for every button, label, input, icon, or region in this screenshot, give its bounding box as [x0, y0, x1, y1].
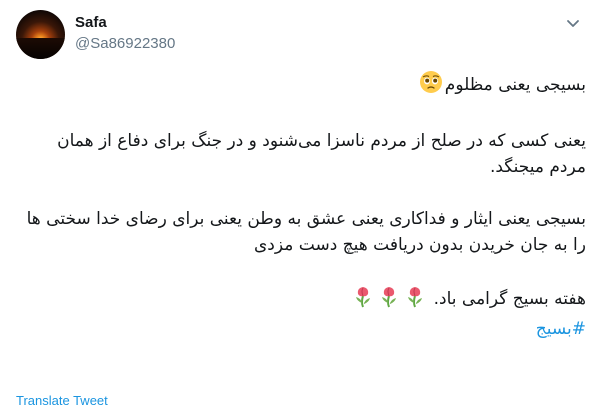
tweet-paragraph-4: هفته بسیج گرامی باد. — [433, 289, 586, 309]
tweet-card: Safa @Sa86922380 بسیجی یعنی مظلوم یعنی ک… — [0, 0, 600, 414]
pleading-face-icon — [419, 70, 443, 102]
author-handle[interactable]: @Sa86922380 — [75, 35, 175, 52]
tweet-paragraph-2: یعنی کسی که در صلح از مردم ناسزا می‌شنود… — [57, 131, 586, 177]
tweet-text: بسیجی یعنی مظلوم یعنی کسی که در صلح از م… — [26, 68, 586, 342]
avatar-landscape — [16, 38, 65, 59]
avatar[interactable] — [16, 10, 65, 59]
chevron-down-icon[interactable] — [562, 12, 584, 34]
hashtag-link[interactable]: #بسیج — [536, 319, 586, 339]
author-name[interactable]: Safa — [75, 14, 107, 31]
translate-tweet-link[interactable]: Translate Tweet — [16, 393, 108, 408]
tweet-paragraph-3: بسیجی یعنی ایثار و فداکاری یعنی عشق به و… — [26, 209, 586, 255]
wilted-flower-icon — [378, 284, 400, 316]
tweet-line-1: بسیجی یعنی مظلوم — [444, 75, 586, 95]
wilted-flower-icon — [404, 284, 426, 316]
wilted-flower-icon — [352, 284, 374, 316]
